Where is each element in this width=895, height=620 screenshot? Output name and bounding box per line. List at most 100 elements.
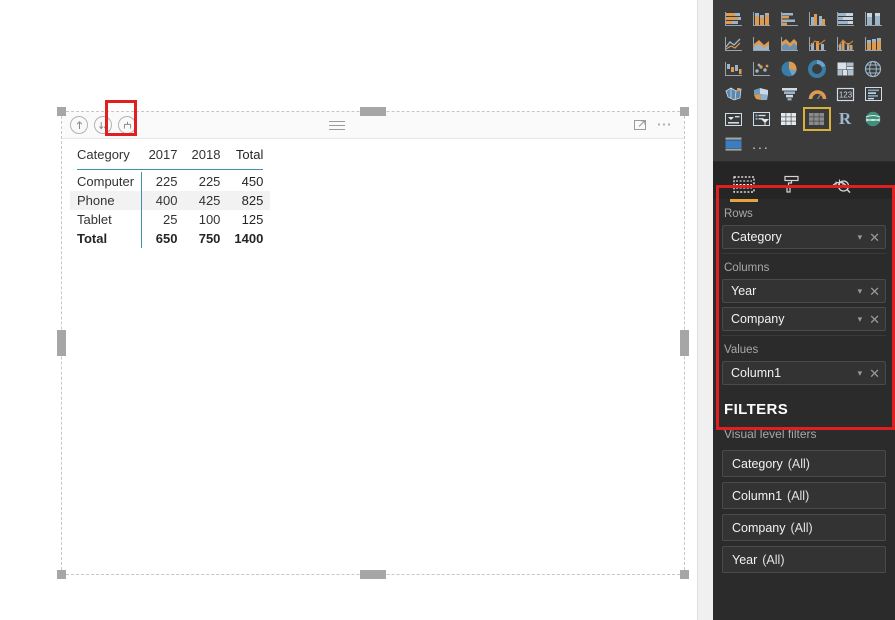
chevron-down-icon[interactable]: ▾ (858, 314, 863, 325)
resize-handle-top[interactable] (360, 107, 386, 116)
cell-2017[interactable]: 25 (142, 210, 185, 229)
slicer-icon (752, 112, 770, 126)
table-row-grand-total[interactable]: Total 650 750 1400 (70, 229, 270, 248)
resize-handle-bottom[interactable] (360, 570, 386, 579)
field-pill-category[interactable]: Category ▾ ✕ (722, 225, 886, 249)
report-canvas[interactable]: ⋯ Category 2017 2018 Total Computer 225 … (0, 0, 697, 620)
tab-format[interactable] (779, 173, 805, 197)
table-row[interactable]: Computer 225 225 450 (70, 172, 270, 191)
ribbon-chart-button[interactable] (859, 32, 887, 56)
line-and-stacked-column-button[interactable] (803, 32, 831, 56)
line-chart-button[interactable] (719, 32, 747, 56)
resize-handle-right[interactable] (680, 330, 689, 356)
kpi-button[interactable] (719, 107, 747, 131)
map-button[interactable] (859, 57, 887, 81)
clustered-bar-chart-button[interactable] (775, 7, 803, 31)
more-visuals-button[interactable]: ... (747, 132, 775, 156)
treemap-button[interactable] (831, 57, 859, 81)
cell-total[interactable]: 125 (227, 210, 270, 229)
gauge-chart-button[interactable] (803, 82, 831, 106)
cell-total[interactable]: 825 (227, 191, 271, 210)
cell-total[interactable]: 1400 (227, 229, 270, 248)
cell-2017[interactable]: 225 (142, 172, 185, 191)
filter-card-column1[interactable]: Column1 (All) (722, 482, 886, 509)
waterfall-chart-button[interactable] (719, 57, 747, 81)
scatter-chart-button[interactable] (747, 57, 775, 81)
column-header-2017[interactable]: 2017 (142, 145, 185, 167)
field-pill-column1[interactable]: Column1 ▾ ✕ (722, 361, 886, 385)
stacked-bar-chart-button[interactable] (719, 7, 747, 31)
column-header-total[interactable]: Total (227, 145, 270, 167)
drill-up-button[interactable] (70, 116, 88, 134)
cell-2017[interactable]: 650 (142, 229, 185, 248)
chevron-down-icon[interactable]: ▾ (858, 232, 863, 243)
remove-field-icon[interactable]: ✕ (869, 313, 880, 326)
column-header-2018[interactable]: 2018 (185, 145, 228, 167)
field-pill-company[interactable]: Company ▾ ✕ (722, 307, 886, 331)
matrix-table-area[interactable]: Category 2017 2018 Total Computer 225 22… (70, 145, 271, 248)
cell-2018[interactable]: 100 (185, 210, 228, 229)
cell-category[interactable]: Tablet (70, 210, 143, 229)
filter-card-year[interactable]: Year (All) (722, 546, 886, 573)
resize-handle-bottom-right[interactable] (680, 570, 689, 579)
matrix-table[interactable]: Category 2017 2018 Total Computer 225 22… (70, 145, 271, 248)
stacked-column-chart-button[interactable] (747, 7, 775, 31)
r-script-visual-button[interactable]: R (831, 107, 859, 131)
visual-drag-handle[interactable] (329, 121, 345, 130)
drill-down-arrow-icon (98, 121, 108, 130)
matrix-visual-container[interactable]: ⋯ Category 2017 2018 Total Computer 225 … (57, 107, 689, 579)
slicer-button[interactable] (747, 107, 775, 131)
table-row[interactable]: Phone 400 425 825 (70, 191, 271, 210)
hundred-percent-stacked-column-button[interactable] (859, 7, 887, 31)
drill-down-button[interactable] (94, 116, 112, 134)
waterfall-chart-icon (724, 62, 742, 76)
cell-total[interactable]: 450 (227, 172, 270, 191)
cell-2018[interactable]: 225 (185, 172, 228, 191)
svg-text:123: 123 (838, 90, 852, 99)
table-button[interactable] (775, 107, 803, 131)
cell-2017[interactable]: 400 (141, 191, 185, 210)
clustered-column-chart-button[interactable] (803, 7, 831, 31)
donut-chart-button[interactable] (803, 57, 831, 81)
table-icon (781, 112, 796, 125)
well-label-rows: Rows (724, 208, 753, 220)
area-chart-button[interactable] (747, 32, 775, 56)
filter-card-category[interactable]: Category (All) (722, 450, 886, 477)
resize-handle-top-right[interactable] (680, 107, 689, 116)
card-button[interactable]: 123 (831, 82, 859, 106)
filled-map-button[interactable] (719, 82, 747, 106)
cell-2018[interactable]: 750 (185, 229, 228, 248)
hundred-percent-stacked-bar-button[interactable] (831, 7, 859, 31)
table-row[interactable]: Tablet 25 100 125 (70, 210, 270, 229)
remove-field-icon[interactable]: ✕ (869, 367, 880, 380)
matrix-visual[interactable]: ⋯ Category 2017 2018 Total Computer 225 … (61, 111, 685, 575)
resize-handle-bottom-left[interactable] (57, 570, 66, 579)
cell-2018[interactable]: 425 (184, 191, 228, 210)
cell-category[interactable]: Computer (70, 172, 143, 191)
column-header-category[interactable]: Category (70, 145, 142, 167)
paginated-report-button[interactable] (719, 132, 747, 156)
chevron-down-icon[interactable]: ▾ (858, 368, 863, 379)
remove-field-icon[interactable]: ✕ (869, 231, 880, 244)
matrix-button[interactable] (803, 107, 831, 131)
expand-all-button[interactable] (118, 116, 136, 134)
cell-category[interactable]: Total (70, 229, 143, 248)
resize-handle-left[interactable] (57, 330, 66, 356)
line-and-clustered-column-button[interactable] (831, 32, 859, 56)
more-options-button[interactable]: ⋯ (657, 117, 674, 132)
multi-row-card-button[interactable] (859, 82, 887, 106)
filter-card-company[interactable]: Company (All) (722, 514, 886, 541)
pie-chart-button[interactable] (775, 57, 803, 81)
resize-handle-top-left[interactable] (57, 107, 66, 116)
funnel-chart-button[interactable] (775, 82, 803, 106)
shape-map-button[interactable] (747, 82, 775, 106)
cell-category[interactable]: Phone (70, 191, 143, 210)
stacked-area-chart-button[interactable] (775, 32, 803, 56)
chevron-down-icon[interactable]: ▾ (858, 286, 863, 297)
focus-mode-button[interactable] (633, 118, 648, 133)
arcgis-map-button[interactable] (859, 107, 887, 131)
field-pill-year[interactable]: Year ▾ ✕ (722, 279, 886, 303)
tab-analytics[interactable] (827, 173, 853, 197)
tab-fields[interactable] (730, 173, 758, 202)
remove-field-icon[interactable]: ✕ (869, 285, 880, 298)
